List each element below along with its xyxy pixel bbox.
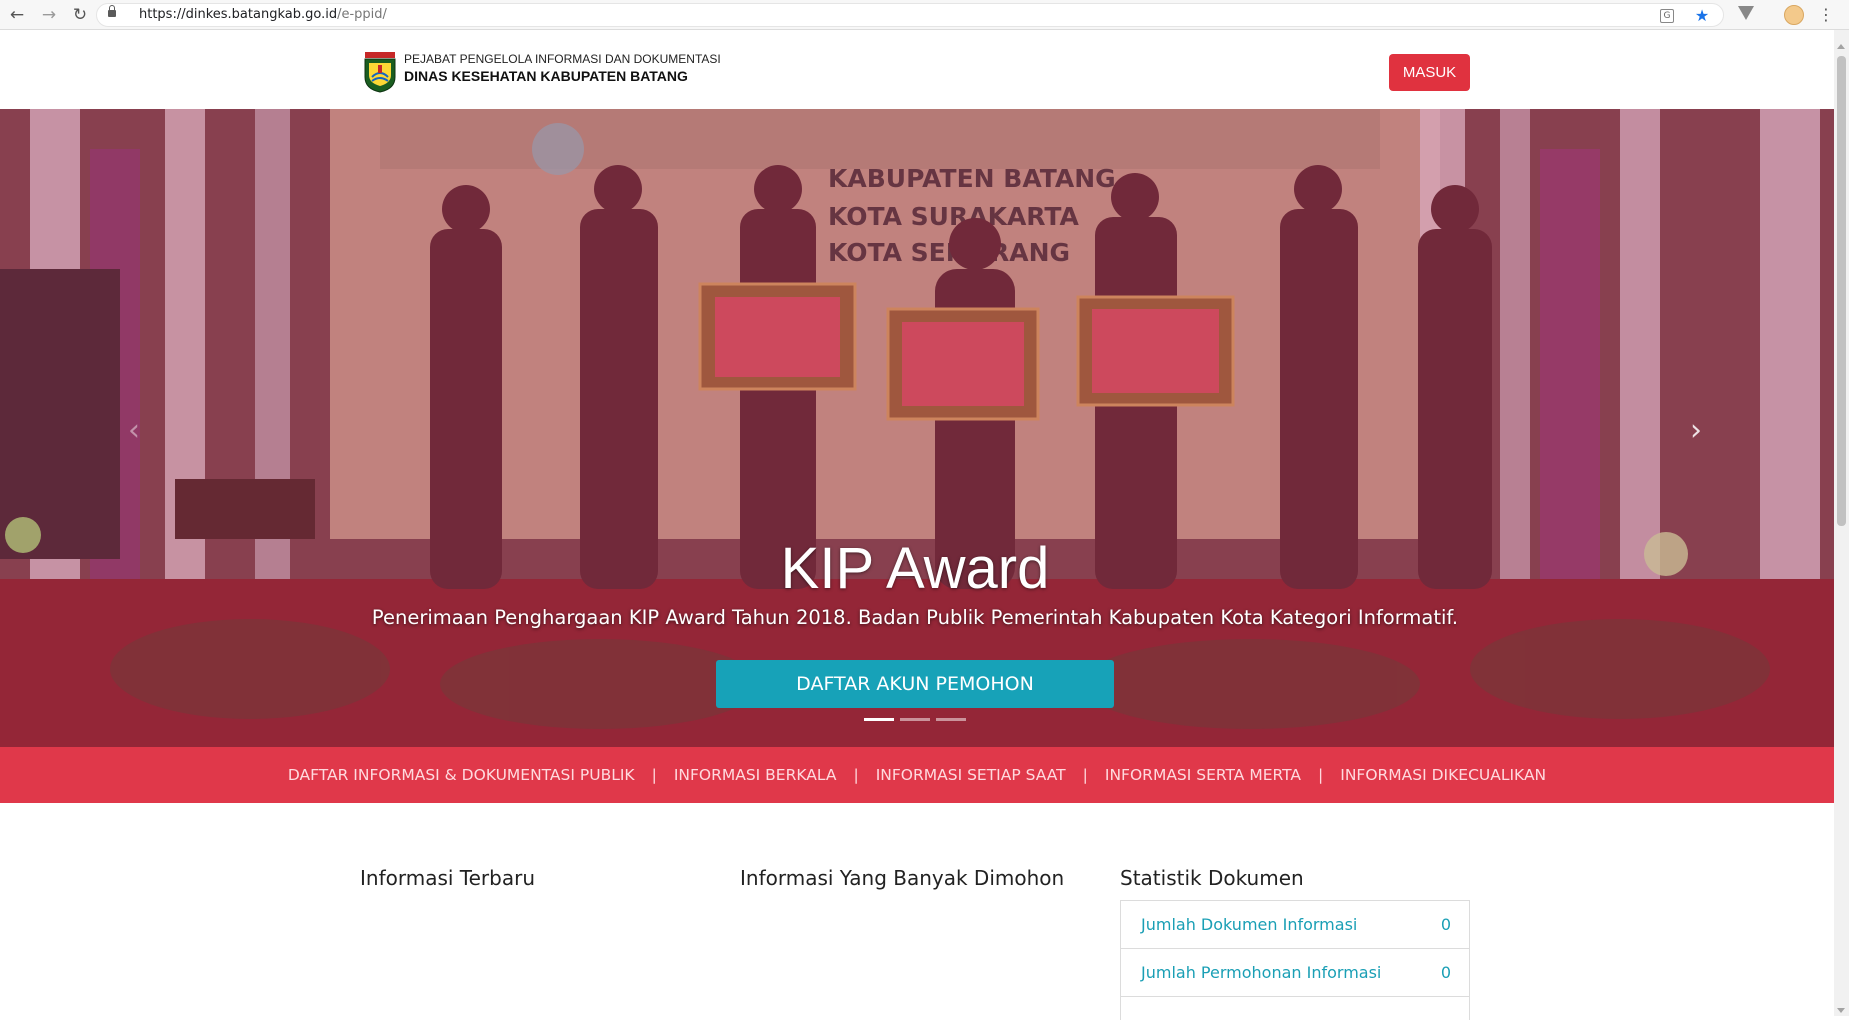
nav-excluded-info[interactable]: INFORMASI DIKECUALIKAN xyxy=(1340,766,1546,784)
back-arrow-icon[interactable]: ← xyxy=(6,4,28,26)
category-list: DAFTAR INFORMASI & DOKUMENTASI PUBLIK | IN… xyxy=(0,747,1834,803)
nav-public-info-list[interactable]: DAFTAR INFORMASI & DOKUMENTASI PUBLIK xyxy=(288,766,635,784)
profile-avatar-icon[interactable] xyxy=(1784,5,1804,25)
extension-icon[interactable] xyxy=(1738,6,1754,20)
site-header: PEJABAT PENGELOLA INFORMASI DAN DOKUMENT… xyxy=(0,30,1834,109)
stats-label: Jumlah Permohonan Informasi xyxy=(1141,963,1382,982)
popular-info-heading: Informasi Yang Banyak Dimohon xyxy=(740,866,1065,890)
carousel-indicator-3[interactable] xyxy=(936,718,966,721)
browser-menu-icon[interactable]: ⋮ xyxy=(1818,3,1834,27)
translate-icon[interactable]: G xyxy=(1660,9,1674,23)
brand-title: DINAS KESEHATAN KABUPATEN BATANG xyxy=(404,68,688,84)
carousel-next-icon[interactable]: › xyxy=(1676,411,1716,451)
stats-row-documents[interactable]: Jumlah Dokumen Informasi 0 xyxy=(1121,901,1469,949)
carousel-indicator-1[interactable] xyxy=(864,718,894,721)
brand-subtitle: PEJABAT PENGELOLA INFORMASI DAN DOKUMENT… xyxy=(404,52,721,66)
hero-carousel: KABUPATEN BATANG KOTA SURAKARTA KOTA SEM… xyxy=(0,109,1834,747)
scroll-up-arrow-icon[interactable] xyxy=(1837,44,1845,49)
address-bar[interactable]: https://dinkes.batangkab.go.id/e-ppid/ G… xyxy=(96,3,1724,27)
stats-row-requests[interactable]: Jumlah Permohonan Informasi 0 xyxy=(1121,949,1469,997)
lock-icon[interactable] xyxy=(108,5,116,17)
nav-separator: | xyxy=(1318,766,1324,784)
document-stats-heading: Statistik Dokumen xyxy=(1120,866,1304,890)
category-nav: DAFTAR INFORMASI & DOKUMENTASI PUBLIK | IN… xyxy=(0,747,1834,803)
carousel-indicators xyxy=(864,718,970,721)
carousel-prev-icon[interactable]: ‹ xyxy=(114,411,154,451)
login-button[interactable]: MASUK xyxy=(1389,54,1470,91)
carousel-indicator-2[interactable] xyxy=(900,718,930,721)
url-text[interactable]: https://dinkes.batangkab.go.id/e-ppid/ xyxy=(139,7,387,22)
nav-immediate-info[interactable]: INFORMASI SERTA MERTA xyxy=(1105,766,1301,784)
scroll-down-arrow-icon[interactable] xyxy=(1837,1008,1845,1013)
hero-subtitle: Penerimaan Penghargaan KIP Award Tahun 2… xyxy=(371,606,1459,629)
reload-icon[interactable]: ↻ xyxy=(69,4,91,26)
nav-separator: | xyxy=(651,766,657,784)
bookmark-star-icon[interactable]: ★ xyxy=(1693,7,1711,25)
stats-label: Jumlah Dokumen Informasi xyxy=(1141,915,1358,934)
nav-periodic-info[interactable]: INFORMASI BERKALA xyxy=(674,766,837,784)
document-stats-card: Jumlah Dokumen Informasi 0 Jumlah Permoh… xyxy=(1120,900,1470,1020)
url-host: https://dinkes.batangkab.go.id xyxy=(139,7,338,22)
hero-title: KIP Award xyxy=(780,536,1050,601)
browser-toolbar: ← → ↻ https://dinkes.batangkab.go.id/e-p… xyxy=(0,0,1849,30)
register-account-button[interactable]: DAFTAR AKUN PEMOHON xyxy=(716,660,1114,708)
hero-tint-overlay xyxy=(0,109,1834,747)
nav-separator: | xyxy=(853,766,859,784)
url-path: /e-ppid/ xyxy=(337,7,387,22)
stats-value: 0 xyxy=(1440,915,1451,934)
nav-separator: | xyxy=(1082,766,1088,784)
nav-anytime-info[interactable]: INFORMASI SETIAP SAAT xyxy=(876,766,1066,784)
stats-value: 0 xyxy=(1440,963,1451,982)
latest-info-heading: Informasi Terbaru xyxy=(360,866,535,890)
batang-crest-logo[interactable] xyxy=(363,51,397,93)
page-scrollbar[interactable] xyxy=(1834,30,1849,1016)
scrollbar-thumb[interactable] xyxy=(1837,56,1846,526)
forward-arrow-icon[interactable]: → xyxy=(38,4,60,26)
